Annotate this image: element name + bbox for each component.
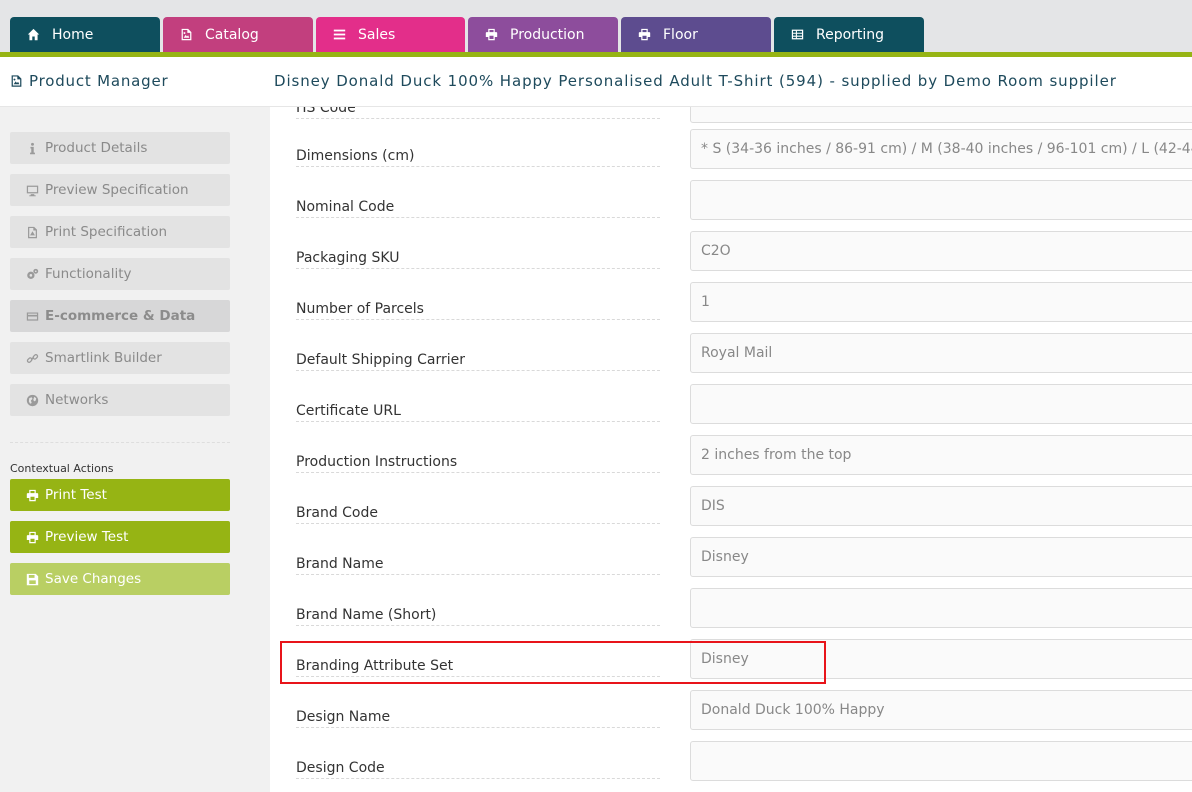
- tab-label: Catalog: [205, 26, 259, 43]
- field-label-default-shipping-carrier: Default Shipping Carrier: [296, 351, 660, 371]
- page-header: Product Manager Disney Donald Duck 100% …: [0, 57, 1192, 107]
- sidebar-item-label: Networks: [45, 392, 109, 408]
- list-icon: [332, 28, 346, 42]
- field-label-brand-code: Brand Code: [296, 504, 660, 524]
- field-label-production-instructions: Production Instructions: [296, 453, 660, 473]
- tab-label: Reporting: [816, 26, 885, 43]
- sidebar: Product Details Preview Specification Pr…: [0, 107, 270, 792]
- field-label-hs-code: HS Code: [296, 107, 660, 119]
- sidebar-item-ecommerce-data[interactable]: E-commerce & Data: [10, 300, 230, 332]
- sidebar-item-label: Preview Specification: [45, 182, 189, 198]
- field-label-brand-name-short: Brand Name (Short): [296, 606, 660, 626]
- sidebar-item-label: Product Details: [45, 140, 148, 156]
- button-label: Preview Test: [45, 529, 129, 545]
- section-title: Product Manager: [10, 72, 168, 90]
- product-form: HS Code Dimensions (cm) * S (34-36 inche…: [270, 107, 1192, 792]
- field-label-packaging-sku: Packaging SKU: [296, 249, 660, 269]
- sidebar-item-label: Smartlink Builder: [45, 350, 162, 366]
- sidebar-item-product-details[interactable]: Product Details: [10, 132, 230, 164]
- sidebar-item-networks[interactable]: Networks: [10, 384, 230, 416]
- credit-card-icon: [24, 309, 40, 323]
- hs-code-input[interactable]: [690, 107, 1192, 123]
- globe-icon: [24, 393, 40, 407]
- top-navigation: Home Catalog Sales Production Floor Repo…: [0, 0, 1192, 57]
- sidebar-item-functionality[interactable]: Functionality: [10, 258, 230, 290]
- sidebar-item-preview-specification[interactable]: Preview Specification: [10, 174, 230, 206]
- contextual-actions-heading: Contextual Actions: [10, 462, 114, 475]
- printer-icon: [484, 28, 498, 42]
- packaging-sku-input[interactable]: C2O: [690, 231, 1192, 271]
- field-label-design-name: Design Name: [296, 708, 660, 728]
- design-code-input[interactable]: [690, 741, 1192, 781]
- save-changes-button[interactable]: Save Changes: [10, 563, 230, 595]
- field-label-dimensions: Dimensions (cm): [296, 147, 660, 167]
- button-label: Save Changes: [45, 571, 142, 587]
- field-label-number-of-parcels: Number of Parcels: [296, 300, 660, 320]
- save-icon: [25, 572, 39, 586]
- production-instructions-input[interactable]: 2 inches from the top: [690, 435, 1192, 475]
- product-title: Disney Donald Duck 100% Happy Personalis…: [274, 72, 1117, 90]
- preview-test-button[interactable]: Preview Test: [10, 521, 230, 553]
- brand-name-input[interactable]: Disney: [690, 537, 1192, 577]
- image-file-icon: [179, 28, 193, 42]
- printer-icon: [637, 28, 651, 42]
- table-icon: [790, 28, 804, 42]
- home-icon: [26, 28, 40, 42]
- brand-name-short-input[interactable]: [690, 588, 1192, 628]
- tab-label: Production: [510, 26, 585, 43]
- tab-label: Home: [52, 26, 94, 43]
- sidebar-item-label: E-commerce & Data: [45, 308, 196, 324]
- section-title-label: Product Manager: [29, 72, 169, 90]
- field-label-brand-name: Brand Name: [296, 555, 660, 575]
- field-label-design-code: Design Code: [296, 759, 660, 779]
- info-icon: [24, 141, 40, 155]
- tab-label: Floor: [663, 26, 698, 43]
- tab-reporting[interactable]: Reporting: [774, 17, 924, 52]
- default-shipping-carrier-input[interactable]: Royal Mail: [690, 333, 1192, 373]
- nominal-code-input[interactable]: [690, 180, 1192, 220]
- sidebar-item-label: Print Specification: [45, 224, 168, 240]
- image-file-icon: [11, 75, 22, 87]
- tab-label: Sales: [358, 26, 396, 43]
- design-name-input[interactable]: Donald Duck 100% Happy: [690, 690, 1192, 730]
- cogs-icon: [24, 267, 40, 281]
- sidebar-item-smartlink-builder[interactable]: Smartlink Builder: [10, 342, 230, 374]
- pdf-file-icon: [24, 225, 40, 239]
- sidebar-item-print-specification[interactable]: Print Specification: [10, 216, 230, 248]
- highlight-box: [280, 641, 826, 684]
- tab-sales[interactable]: Sales: [316, 17, 465, 52]
- tab-floor[interactable]: Floor: [621, 17, 771, 52]
- sidebar-item-label: Functionality: [45, 266, 132, 282]
- sidebar-divider: [10, 442, 230, 443]
- brand-code-input[interactable]: DIS: [690, 486, 1192, 526]
- link-icon: [24, 351, 40, 365]
- dimensions-input[interactable]: * S (34-36 inches / 86-91 cm) / M (38-40…: [690, 129, 1192, 169]
- field-label-certificate-url: Certificate URL: [296, 402, 660, 422]
- tab-home[interactable]: Home: [10, 17, 160, 52]
- monitor-icon: [24, 183, 40, 197]
- printer-icon: [25, 530, 39, 544]
- number-of-parcels-input[interactable]: 1: [690, 282, 1192, 322]
- tab-production[interactable]: Production: [468, 17, 618, 52]
- certificate-url-input[interactable]: [690, 384, 1192, 424]
- print-test-button[interactable]: Print Test: [10, 479, 230, 511]
- button-label: Print Test: [45, 487, 107, 503]
- tab-catalog[interactable]: Catalog: [163, 17, 313, 52]
- printer-icon: [25, 488, 39, 502]
- field-label-nominal-code: Nominal Code: [296, 198, 660, 218]
